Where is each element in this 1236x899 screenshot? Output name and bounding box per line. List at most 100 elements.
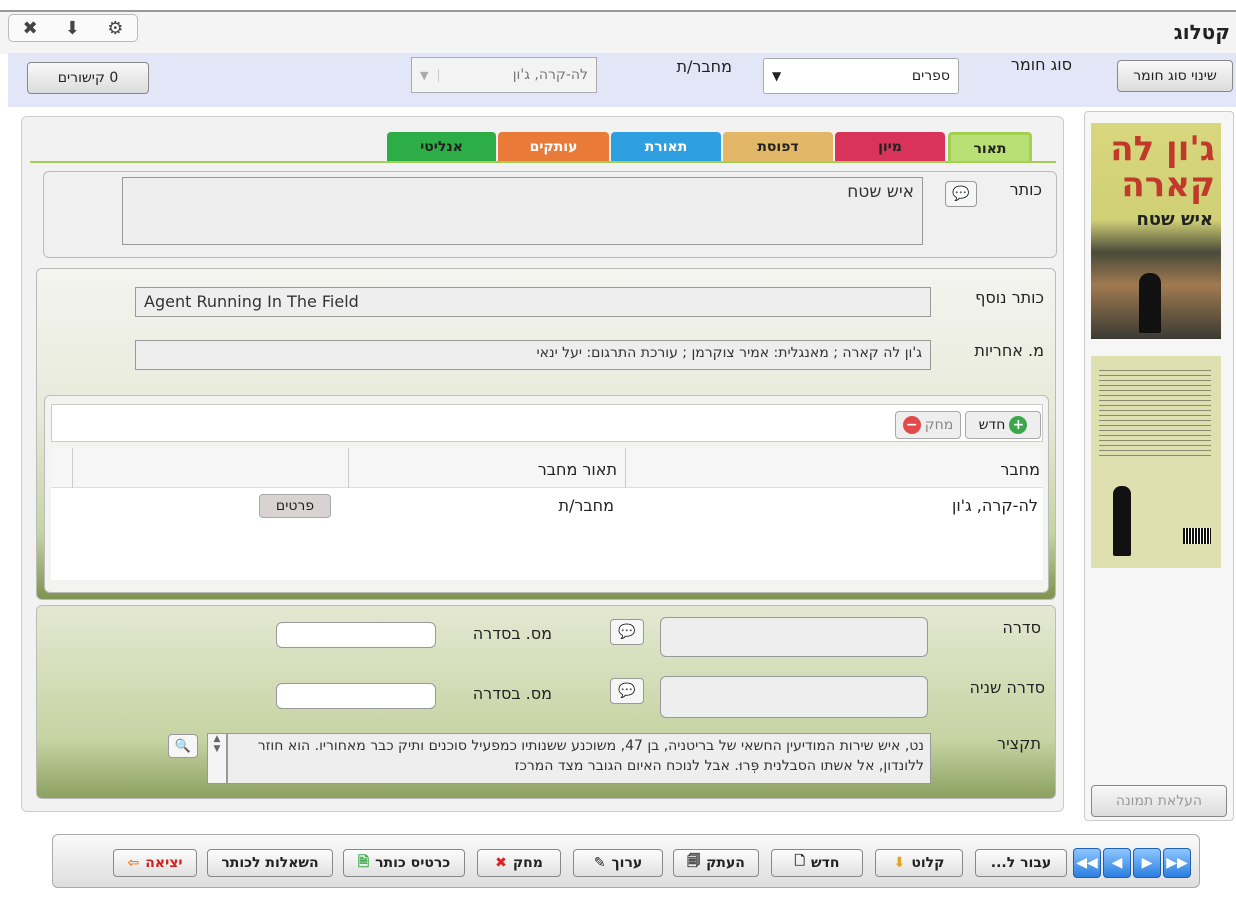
delete-record-label: מחק	[512, 855, 543, 871]
subtitle-field[interactable]: Agent Running In The Field	[135, 287, 931, 317]
column-divider	[72, 448, 73, 488]
cover-front-image: ג'ון לה קארה איש שטח	[1091, 123, 1221, 339]
edit-label: ערוך	[611, 855, 643, 871]
author-label: מחבר/ת	[676, 57, 732, 76]
tab-descriptors[interactable]: תאורת	[611, 132, 721, 162]
series2-number-field[interactable]	[276, 683, 436, 709]
catalog-window: קטלוג ✖ ⬇ ⚙ שינוי סוג חומר סוג חומר ספרי…	[0, 0, 1236, 899]
title-label: כותר	[1009, 180, 1042, 199]
material-type-label: סוג חומר	[1010, 55, 1072, 74]
links-button[interactable]: 0 קישורים	[27, 62, 149, 94]
tab-label: תאורת	[644, 139, 688, 155]
author-combo[interactable]: לה-קרה, ג'ון ▼	[411, 57, 597, 93]
copy-label: העתק	[706, 855, 745, 871]
edit-button[interactable]: ערוך ✎	[573, 849, 663, 877]
material-type-select[interactable]: ספרים ▼	[763, 58, 959, 94]
tab-analytic[interactable]: אנליטי	[387, 132, 496, 162]
comment-icon[interactable]: 💬	[945, 181, 977, 207]
delete-record-button[interactable]: מחק ✖	[477, 849, 561, 877]
author-column-header: מחבר	[1000, 460, 1040, 479]
tab-copies[interactable]: עותקים	[498, 132, 609, 162]
series2-field[interactable]	[660, 676, 928, 718]
tab-imprint[interactable]: דפוסת	[723, 132, 833, 162]
comment-icon[interactable]: 💬	[610, 678, 644, 704]
search-icon[interactable]: 🔍	[168, 734, 198, 758]
delete-author-button[interactable]: מחק −	[895, 411, 961, 439]
back-text-lines	[1099, 366, 1211, 456]
chevron-down-icon: ▼	[772, 69, 782, 83]
series-number-field[interactable]	[276, 622, 436, 648]
upload-image-button[interactable]: העלאת תמונה	[1091, 785, 1227, 817]
subtitle-value: Agent Running In The Field	[144, 292, 359, 311]
new-author-button[interactable]: + חדש	[965, 411, 1041, 439]
responsibility-value: ג'ון לה קארה ; מאנגלית: אמיר צוקרמן ; עו…	[536, 345, 922, 361]
tab-label: תאור	[973, 140, 1007, 157]
gear-icon[interactable]: ⚙	[107, 18, 123, 39]
new-record-button[interactable]: חדש 🗋	[771, 849, 863, 877]
tab-underline	[30, 161, 1056, 163]
series-label: סדרה	[1002, 618, 1041, 637]
responsibility-field[interactable]: ג'ון לה קארה ; מאנגלית: אמיר צוקרמן ; עו…	[135, 340, 931, 370]
bottom-toolbar: ▶▶ ▶ ◀ ◀◀ עבור ל... קלוט ⬇ חדש 🗋 העתק 🗐 …	[52, 834, 1200, 888]
barcode	[1183, 528, 1211, 544]
delete-author-label: מחק	[924, 417, 954, 433]
plus-icon: +	[1009, 416, 1028, 434]
document-icon: 🗎	[357, 854, 370, 870]
author-cell: לה-קרה, ג'ון	[951, 496, 1038, 515]
column-divider	[625, 448, 626, 488]
title-field[interactable]: איש שטח	[122, 177, 923, 245]
receive-button[interactable]: קלוט ⬇	[875, 849, 963, 877]
column-divider	[348, 448, 349, 488]
tab-classification[interactable]: מיון	[835, 132, 945, 162]
cover-back-image	[1091, 356, 1221, 568]
download-icon[interactable]: ⬇	[65, 18, 80, 39]
next-record-icon[interactable]: ▶	[1133, 848, 1161, 878]
series-field[interactable]	[660, 617, 928, 657]
summary-scrollbar[interactable]: ▲ ▼	[207, 733, 227, 784]
role-cell: מחבר/ת	[558, 496, 614, 515]
subtitle-label: כותר נוסף	[975, 288, 1044, 307]
window-title: קטלוג	[1173, 20, 1230, 44]
summary-field[interactable]: נט, איש שירות המודיעין החשאי של בריטניה,…	[227, 733, 931, 784]
tab-label: עותקים	[529, 139, 578, 155]
copy-icon: 🗐	[687, 854, 701, 869]
details-button[interactable]: פרטים	[259, 494, 331, 518]
exit-label: יציאה	[145, 855, 183, 871]
summary-value: נט, איש שירות המודיעין החשאי של בריטניה,…	[257, 738, 924, 774]
goto-button[interactable]: עבור ל...	[975, 849, 1067, 877]
download-icon: ⬇	[893, 855, 906, 871]
comment-icon[interactable]: 💬	[610, 619, 644, 645]
material-type-value: ספרים	[911, 68, 950, 84]
copy-button[interactable]: העתק 🗐	[673, 849, 759, 877]
window-controls: ✖ ⬇ ⚙	[8, 14, 138, 42]
figure-silhouette	[1139, 273, 1161, 333]
tab-description[interactable]: תאור	[948, 132, 1032, 162]
goto-label: עבור ל...	[990, 855, 1052, 871]
title-card-button[interactable]: כרטיס כותר 🗎	[343, 849, 465, 877]
tab-label: דפוסת	[757, 139, 799, 155]
title-card-label: כרטיס כותר	[375, 855, 451, 871]
tab-label: מיון	[878, 139, 902, 155]
change-material-type-button[interactable]: שינוי סוג חומר	[1117, 60, 1233, 92]
delete-icon: ✖	[495, 855, 507, 871]
chevron-down-icon: ▼	[420, 68, 440, 82]
last-record-icon[interactable]: ◀◀	[1073, 848, 1101, 878]
exit-button[interactable]: יציאה ⇦	[113, 849, 197, 877]
exit-icon: ⇦	[127, 855, 140, 871]
new-document-icon: 🗋	[794, 854, 805, 869]
series-number-label: מס. בסדרה	[472, 624, 552, 643]
pencil-icon: ✎	[593, 855, 606, 871]
series2-label: סדרה שניה	[969, 678, 1045, 697]
responsibility-label: מ. אחריות	[974, 341, 1044, 360]
close-icon[interactable]: ✖	[23, 18, 38, 39]
minus-icon: −	[902, 416, 921, 434]
title-loans-button[interactable]: השאלות לכותר	[207, 849, 333, 877]
cover-title-text: איש שטח	[1136, 209, 1213, 230]
table-row[interactable]: לה-קרה, ג'ון מחבר/ת פרטים	[51, 488, 1043, 522]
first-record-icon[interactable]: ▶▶	[1163, 848, 1191, 878]
title-loans-label: השאלות לכותר	[221, 855, 319, 871]
role-column-header: תאור מחבר	[537, 460, 617, 479]
new-record-label: חדש	[811, 855, 840, 871]
title-bar: קטלוג ✖ ⬇ ⚙	[0, 10, 1236, 54]
previous-record-icon[interactable]: ◀	[1103, 848, 1131, 878]
